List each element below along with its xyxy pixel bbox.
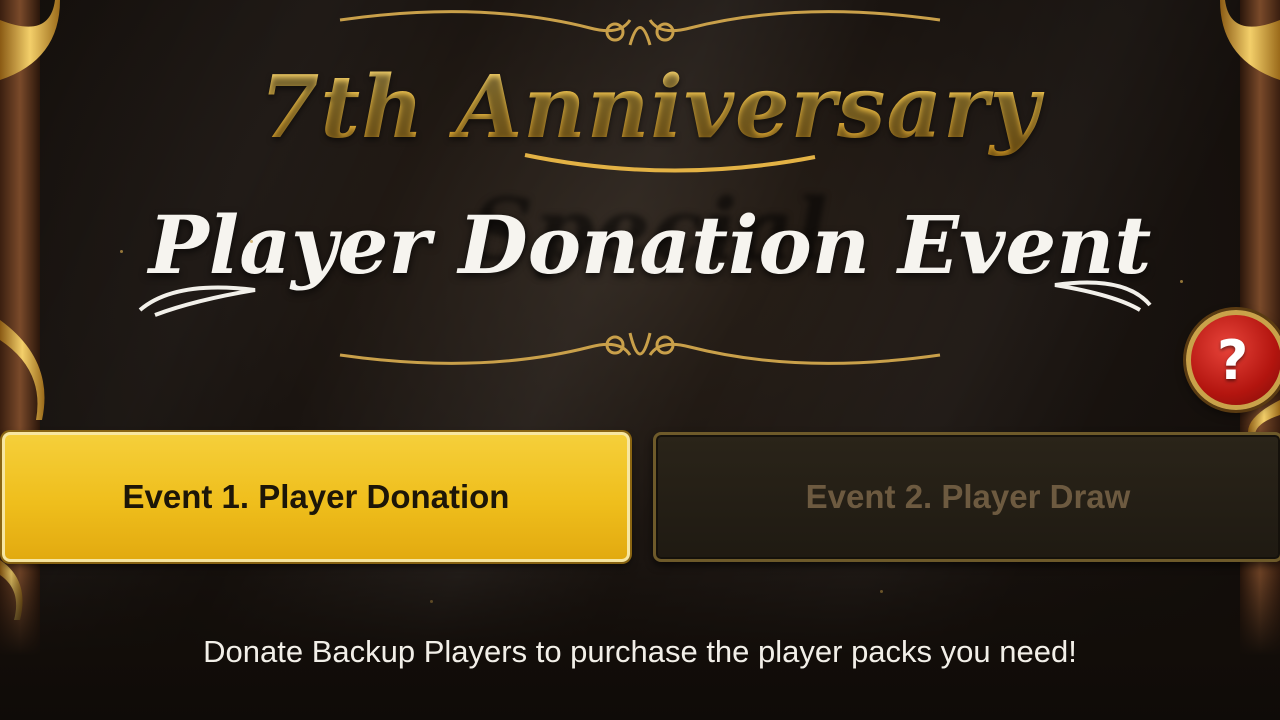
help-button[interactable]: ?: [1186, 310, 1280, 410]
tab-label: Event 2. Player Draw: [805, 478, 1131, 515]
tab-label: Event 1. Player Donation: [122, 478, 510, 515]
title2-swash: [138, 280, 1152, 317]
question-mark-icon: ?: [1217, 328, 1249, 392]
bottom-flourish-ornament: [339, 332, 941, 365]
sparkle-dot: [120, 250, 123, 253]
tab-event-2-player-draw[interactable]: Event 2. Player Draw: [653, 432, 1280, 562]
top-flourish-ornament: [339, 10, 941, 46]
sparkle-dot: [250, 240, 253, 243]
title-swash-underline: [524, 153, 816, 173]
sparkle-dot: [1180, 280, 1183, 283]
tab-event-1-player-donation[interactable]: Event 1. Player Donation: [2, 432, 630, 562]
event-description: Donate Backup Players to purchase the pl…: [203, 634, 1077, 669]
